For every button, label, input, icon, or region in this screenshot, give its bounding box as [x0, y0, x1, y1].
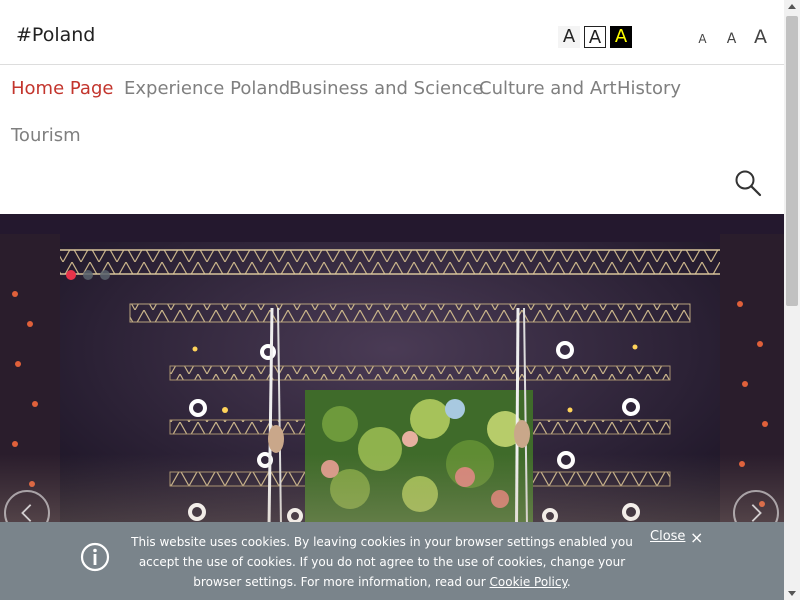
nav-item-experience-poland[interactable]: Experience Poland [124, 78, 290, 99]
nav-item-culture-and-art[interactable]: Culture and Art [479, 78, 617, 99]
scrollbar[interactable] [784, 0, 800, 600]
scrollbar-thumb[interactable] [786, 16, 798, 306]
contrast-switcher: A A A [558, 26, 632, 48]
font-size-large-button[interactable]: A [746, 26, 775, 48]
nav-item-tourism[interactable]: Tourism [11, 125, 81, 146]
contrast-high-button[interactable]: A [584, 26, 606, 48]
site-logo[interactable]: #Poland [16, 24, 95, 46]
cookie-text-end: . [566, 575, 571, 589]
scroll-up-icon[interactable] [788, 4, 796, 9]
font-size-small-button[interactable]: A [688, 32, 717, 46]
cookie-close-link[interactable]: Close [650, 529, 685, 544]
contrast-normal-button[interactable]: A [558, 26, 580, 48]
slider-dot-3[interactable] [100, 270, 110, 280]
header: #Poland A A A A A A [0, 0, 784, 65]
nav-item-home-page[interactable]: Home Page [11, 78, 113, 99]
font-size-switcher: A A A [688, 26, 775, 48]
info-icon [80, 542, 110, 572]
slider-dots [66, 270, 110, 280]
page: #Poland A A A A A A Home Page Experience… [0, 0, 784, 600]
cookie-banner: This website uses cookies. By leaving co… [0, 522, 784, 600]
slider-dot-1[interactable] [66, 270, 76, 280]
slider-dot-2[interactable] [83, 270, 93, 280]
cookie-message: This website uses cookies. By leaving co… [126, 532, 638, 592]
nav-item-business-and-science[interactable]: Business and Science [289, 78, 483, 99]
scroll-down-icon[interactable] [788, 591, 796, 596]
search-icon[interactable] [734, 169, 762, 197]
font-size-medium-button[interactable]: A [717, 31, 746, 47]
contrast-yellow-button[interactable]: A [610, 26, 632, 48]
nav-item-history[interactable]: History [617, 78, 681, 99]
cookie-policy-link[interactable]: Cookie Policy [490, 575, 567, 589]
close-icon[interactable]: × [690, 528, 703, 547]
